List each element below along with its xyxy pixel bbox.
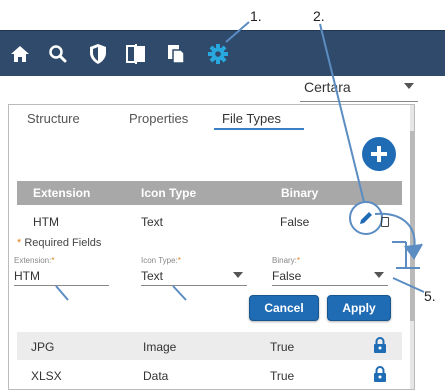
tab-properties[interactable]: Properties — [129, 111, 188, 126]
compare-button[interactable] — [118, 31, 154, 77]
scrollbar-thumb[interactable] — [410, 131, 414, 321]
column-header-extension[interactable]: Extension — [33, 186, 90, 200]
top-toolbar — [0, 30, 445, 76]
chevron-down-icon — [233, 272, 243, 278]
chevron-down-icon — [374, 272, 384, 278]
search-button[interactable] — [40, 31, 76, 77]
required-note-text: Required Fields — [24, 237, 102, 249]
editing-row-binary: False — [280, 215, 310, 229]
gear-icon — [208, 44, 228, 64]
extension-field[interactable]: HTM — [14, 266, 109, 286]
compare-icon — [126, 44, 145, 64]
annotation-number-5: 5. — [424, 288, 436, 304]
binary-value: False — [272, 269, 302, 283]
annotation-number-2: 2. — [313, 8, 325, 24]
table-row[interactable]: XLSX Data True — [17, 360, 402, 388]
add-file-type-button[interactable] — [362, 137, 396, 171]
chevron-down-icon — [404, 83, 414, 89]
row-binary: True — [270, 340, 295, 354]
tab-file-types[interactable]: File Types — [222, 111, 281, 126]
extension-label: Extension:* — [14, 256, 55, 265]
extension-value: HTM — [14, 269, 40, 283]
home-icon — [11, 46, 29, 62]
row-extension: JPG — [31, 340, 55, 354]
table-row[interactable]: JPG Image True — [17, 332, 402, 360]
cancel-button[interactable]: Cancel — [249, 295, 319, 321]
annotation-number-1: 1. — [250, 8, 262, 24]
icon-type-select[interactable]: Text — [141, 266, 247, 286]
column-header-binary[interactable]: Binary — [281, 186, 318, 200]
vertical-scrollbar[interactable] — [410, 105, 414, 389]
security-button[interactable] — [80, 31, 116, 77]
required-fields-note: * Required Fields — [17, 237, 101, 249]
editing-row-icon-type: Text — [141, 215, 164, 229]
row-extension: XLSX — [31, 369, 62, 383]
tab-structure[interactable]: Structure — [27, 111, 80, 126]
tenant-value: Certara — [304, 79, 351, 95]
pencil-icon — [360, 212, 372, 224]
edit-button[interactable] — [349, 201, 383, 235]
tab-bar: Structure Properties File Types — [9, 105, 409, 131]
active-tab-indicator — [214, 128, 304, 130]
home-button[interactable] — [2, 31, 38, 77]
lock-icon — [374, 337, 386, 353]
editing-row-extension: HTM — [33, 215, 59, 229]
icon-type-label: Icon Type:* — [141, 256, 181, 265]
tenant-dropdown[interactable]: Certara — [300, 76, 418, 102]
search-icon — [49, 45, 67, 63]
column-header-icon-type[interactable]: Icon Type — [141, 186, 196, 200]
shield-icon — [90, 44, 106, 64]
file-types-panel: Structure Properties File Types Extensio… — [8, 104, 415, 390]
copy-icon — [168, 45, 185, 64]
table-header: Extension Icon Type Binary — [17, 181, 402, 205]
binary-select[interactable]: False — [272, 266, 388, 286]
delete-icon[interactable] — [381, 217, 389, 227]
icon-type-value: Text — [141, 269, 164, 283]
required-marker: * — [17, 237, 22, 249]
binary-label: Binary:* — [272, 256, 301, 265]
lock-icon — [374, 366, 386, 382]
row-binary: True — [270, 369, 295, 383]
settings-button[interactable] — [200, 31, 236, 77]
copy-button[interactable] — [158, 31, 194, 77]
row-icon-type: Image — [143, 340, 177, 354]
row-icon-type: Data — [143, 369, 169, 383]
apply-button[interactable]: Apply — [327, 295, 391, 321]
plus-icon — [371, 146, 387, 162]
